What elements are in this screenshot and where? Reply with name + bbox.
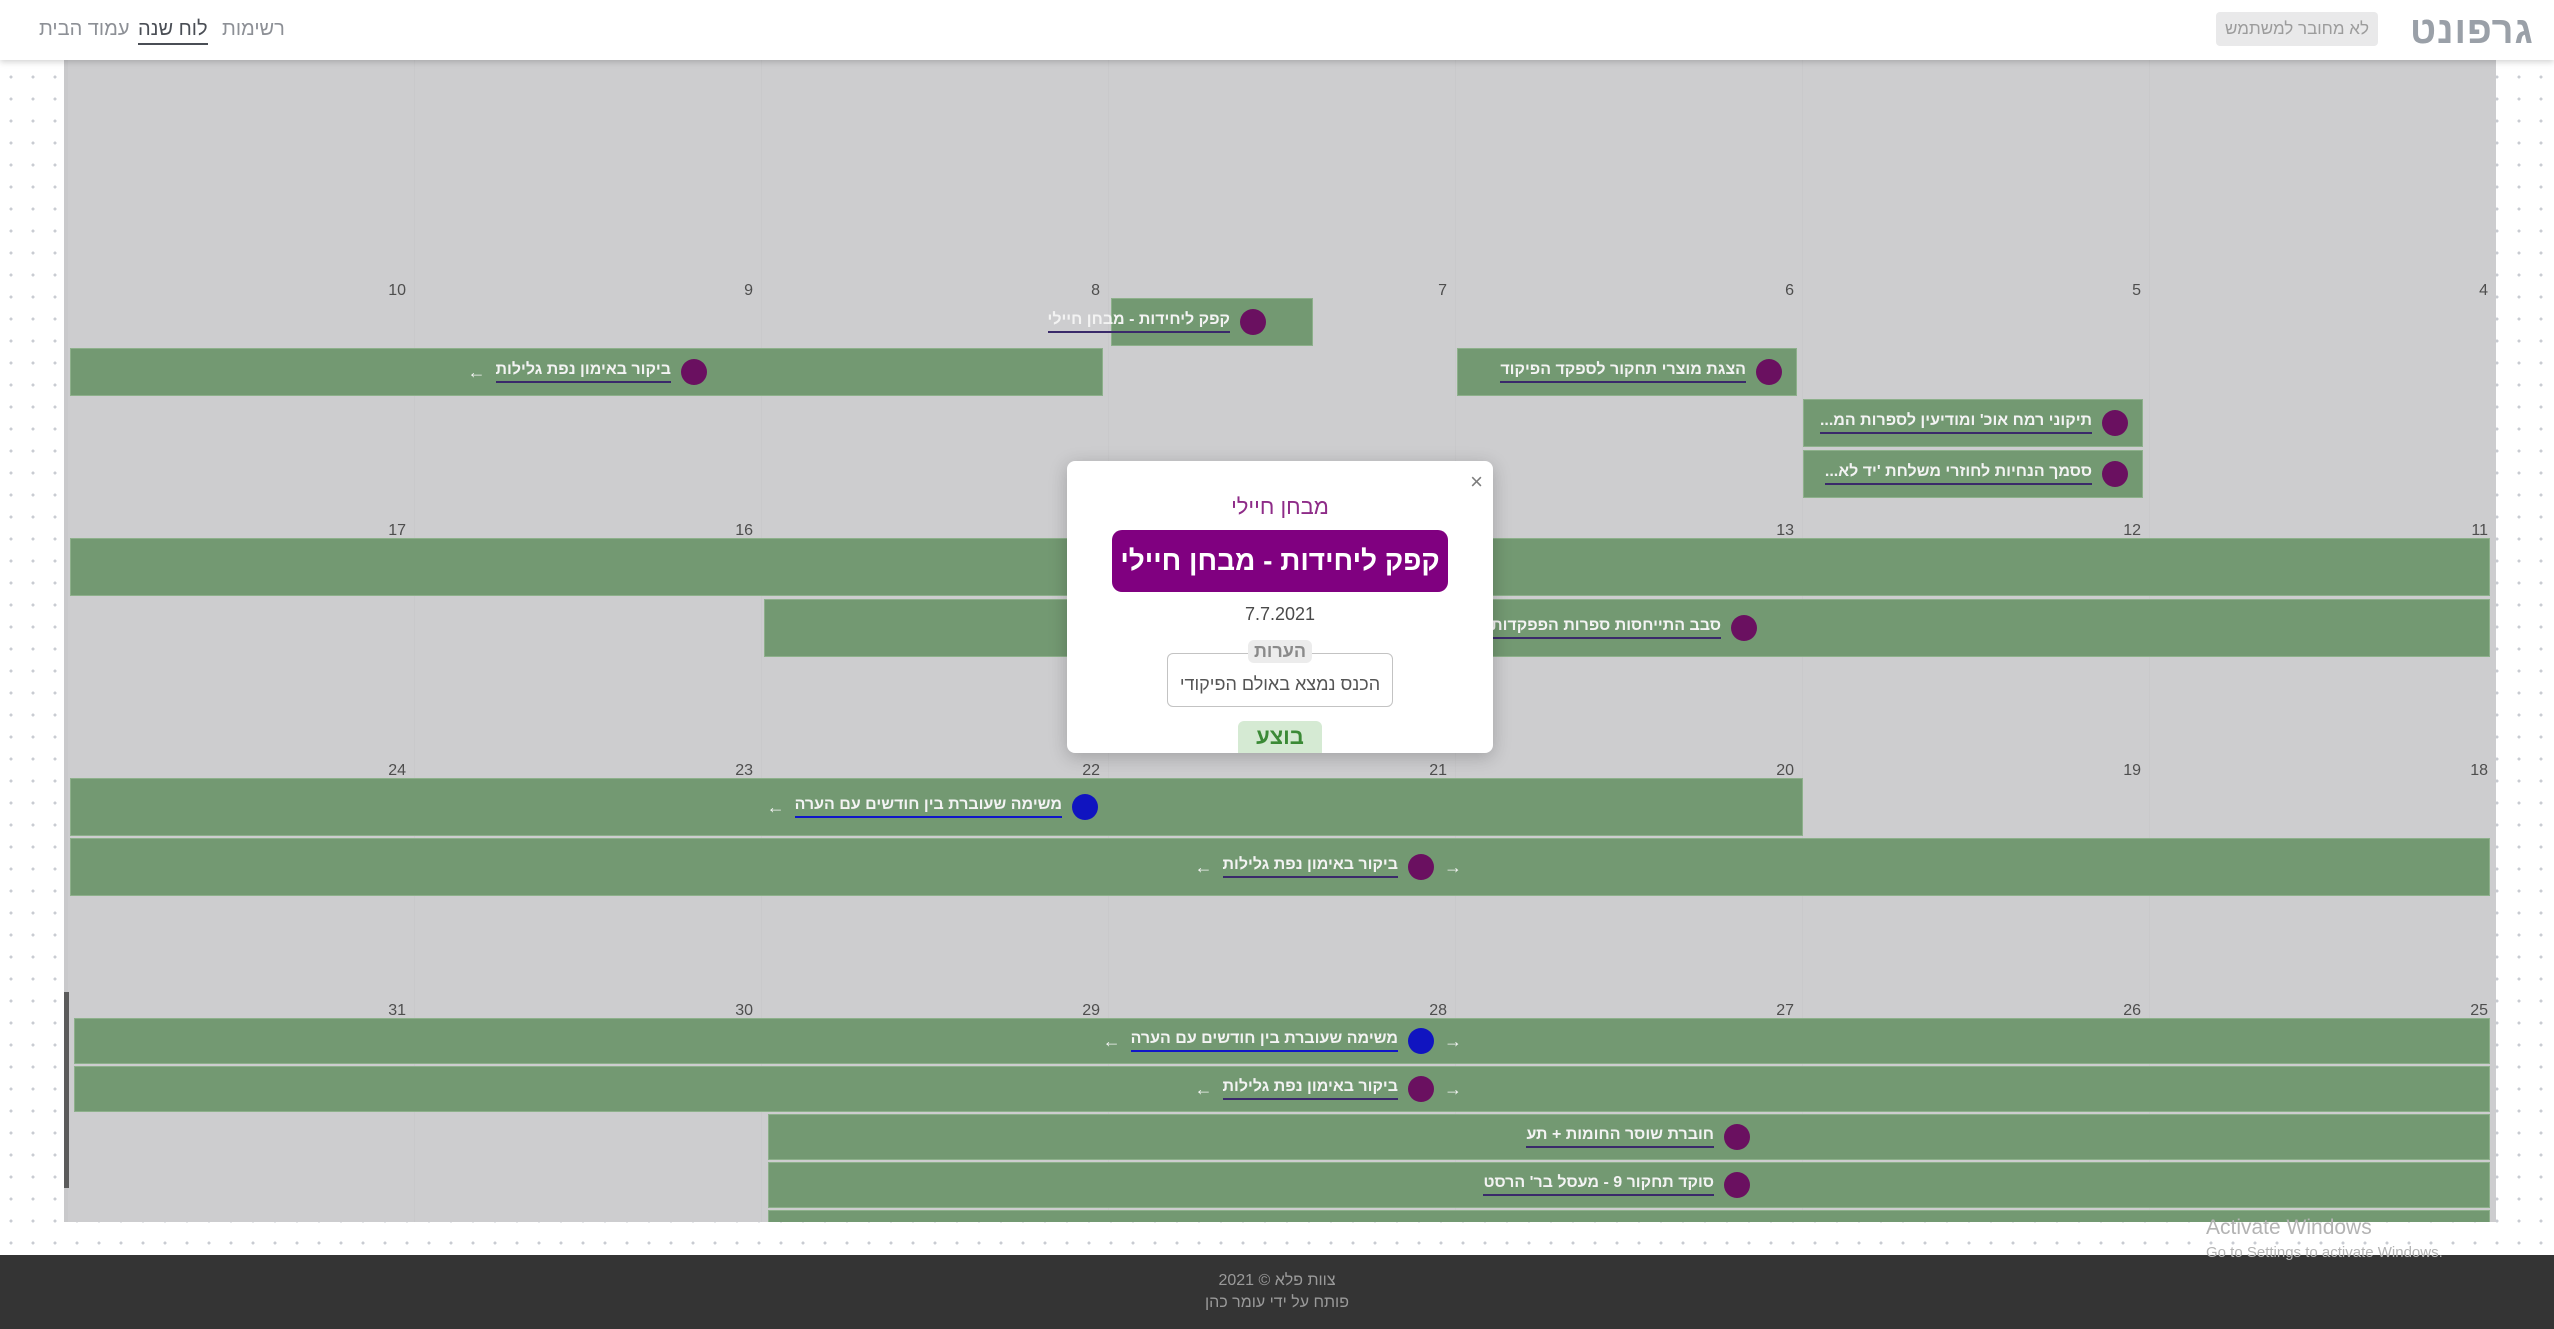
watermark-line-2: Go to Settings to activate Windows. bbox=[2206, 1244, 2443, 1261]
event-details-modal: × מבחן חיילי קפק ליחידות - מבחן חיילי 7.… bbox=[1067, 461, 1493, 753]
footer-copyright: צוות פלא © 2021 bbox=[1218, 1272, 1336, 1289]
event-title: סוקד תחקור 9 - מעסל בר' הרסט bbox=[1483, 1174, 1714, 1196]
modal-category: מבחן חיילי bbox=[1231, 494, 1329, 519]
continue-left-arrow: ← bbox=[1102, 1030, 1121, 1051]
modal-title: קפק ליחידות - מבחן חיילי bbox=[1112, 530, 1448, 592]
event-dot bbox=[1724, 1172, 1750, 1198]
notes-text: הכנס נמצא באולם הפיקודי bbox=[1179, 674, 1381, 694]
continue-right-arrow: → bbox=[1444, 1078, 1462, 1099]
event-title: ביקור באימון נפת גלילות bbox=[495, 361, 671, 383]
status-badge[interactable]: בוצע bbox=[1238, 721, 1322, 753]
event-bar[interactable]: ססמך הנחיות לחוזרי משלחת 'יד לא... bbox=[1803, 450, 2143, 498]
day-cell[interactable] bbox=[2150, 60, 2496, 266]
day-number: 10 bbox=[388, 282, 406, 299]
event-title: חוברת שוסר החומות + תע bbox=[1526, 1126, 1714, 1148]
event-dot bbox=[1240, 309, 1266, 335]
top-navbar: גרפונט לא מחובר למשתמש רשימות לוח שנה עמ… bbox=[0, 0, 2554, 60]
event-bar[interactable]: משימה שעוברת בין חודשים עם הערה ← bbox=[70, 778, 1803, 836]
event-title: ביקור באימון נפת גלילות bbox=[1222, 856, 1398, 878]
continue-left-arrow: ← bbox=[1194, 856, 1213, 877]
day-cell[interactable] bbox=[1803, 60, 2149, 266]
continue-right-arrow: → bbox=[1444, 1030, 1462, 1051]
notes-label: הערות bbox=[1248, 640, 1313, 663]
day-cell[interactable] bbox=[1109, 60, 1455, 266]
event-dot bbox=[2102, 461, 2128, 487]
event-bar[interactable]: הצגת מוצרי תחקור לספקד הפיקוד bbox=[1457, 348, 1797, 396]
day-cell[interactable] bbox=[1456, 60, 1802, 266]
event-title: ססמך הנחיות לחוזרי משלחת 'יד לא... bbox=[1824, 463, 2092, 485]
continue-left-arrow: ← bbox=[1194, 1078, 1213, 1099]
event-bar[interactable]: → ביקור באימון נפת גלילות ← bbox=[70, 838, 2490, 896]
event-title: הצגת מוצרי תחקור לספקד הפיקוד bbox=[1500, 361, 1746, 383]
event-title: משימה שעוברת בין חודשים עם הערה bbox=[794, 796, 1062, 818]
login-status-button[interactable]: לא מחובר למשתמש bbox=[2216, 12, 2378, 46]
event-bar[interactable]: תיקוני רמח אוכ' ומודיעין לספרות המ... bbox=[1803, 399, 2143, 447]
activate-windows-watermark: Activate Windows Go to Settings to activ… bbox=[2206, 1216, 2443, 1261]
day-cell[interactable]: 4 bbox=[2150, 266, 2496, 506]
event-dot bbox=[1408, 1028, 1434, 1054]
nav-home[interactable]: עמוד הבית bbox=[39, 18, 129, 41]
event-dot bbox=[1408, 1076, 1434, 1102]
event-bar[interactable]: סבב התייחסות ספרות הפפקדות bbox=[764, 599, 2490, 657]
continue-left-arrow: ← bbox=[467, 361, 486, 382]
day-number: 9 bbox=[744, 282, 753, 299]
day-number: 19 bbox=[2123, 762, 2141, 779]
continue-left-arrow: ← bbox=[766, 796, 785, 817]
event-dot bbox=[1408, 854, 1434, 880]
close-icon[interactable]: × bbox=[1470, 469, 1483, 495]
day-number: 4 bbox=[2479, 282, 2488, 299]
watermark-line-1: Activate Windows bbox=[2206, 1216, 2372, 1239]
event-title: תיקוני רמח אוכ' ומודיעין לספרות המ... bbox=[1819, 412, 2092, 434]
event-title: קפק ליחידות - מבחן חיילי bbox=[1047, 311, 1230, 333]
day-cell[interactable] bbox=[762, 60, 1108, 266]
event-bar[interactable]: קפק ליחידות - מבחן חיילי bbox=[1047, 298, 1313, 346]
day-number: 7 bbox=[1438, 282, 1447, 299]
day-cell[interactable] bbox=[68, 60, 414, 266]
footer-credit: פותח על ידי עומר כהן bbox=[1205, 1294, 1349, 1311]
notes-box: הערות הכנס נמצא באולם הפיקודי bbox=[1167, 640, 1393, 707]
event-dot bbox=[1072, 794, 1098, 820]
event-bar[interactable]: → משימה שעוברת בין חודשים עם הערה ← bbox=[74, 1018, 2490, 1064]
event-dot bbox=[2102, 410, 2128, 436]
day-number: 8 bbox=[1091, 282, 1100, 299]
event-bar[interactable]: ביקור באימון נפת גלילות ← bbox=[70, 348, 1103, 396]
continue-right-arrow: → bbox=[1444, 856, 1462, 877]
event-dot bbox=[1724, 1124, 1750, 1150]
day-number: 5 bbox=[2132, 282, 2141, 299]
day-cell[interactable] bbox=[415, 60, 761, 266]
event-bar[interactable]: חוברת שוסר החומות + תע bbox=[768, 1114, 2490, 1160]
event-title: ביקור באימון נפת גלילות bbox=[1222, 1078, 1398, 1100]
week-selection-bar bbox=[64, 992, 69, 1188]
event-bar[interactable]: סוקד תחקור 9 - מעסל בר' הרסט bbox=[768, 1162, 2490, 1208]
event-bar[interactable]: → ביקור באימון נפת גלילות ← bbox=[74, 1066, 2490, 1112]
page-footer: צוות פלא © 2021 פותח על ידי עומר כהן bbox=[0, 1255, 2554, 1329]
nav-calendar[interactable]: לוח שנה bbox=[138, 18, 208, 45]
modal-date: 7.7.2021 bbox=[1244, 604, 1316, 624]
event-title: משימה שעוברת בין חודשים עם הערה bbox=[1130, 1030, 1398, 1052]
day-number: 6 bbox=[1785, 282, 1794, 299]
event-dot bbox=[681, 359, 707, 385]
event-dot bbox=[1756, 359, 1782, 385]
event-dot bbox=[1731, 615, 1757, 641]
event-title: סבב התייחסות ספרות הפפקדות bbox=[1491, 617, 1721, 639]
day-number: 18 bbox=[2470, 762, 2488, 779]
app-logo[interactable]: גרפונט bbox=[2410, 10, 2534, 53]
nav-lists[interactable]: רשימות bbox=[222, 18, 285, 41]
